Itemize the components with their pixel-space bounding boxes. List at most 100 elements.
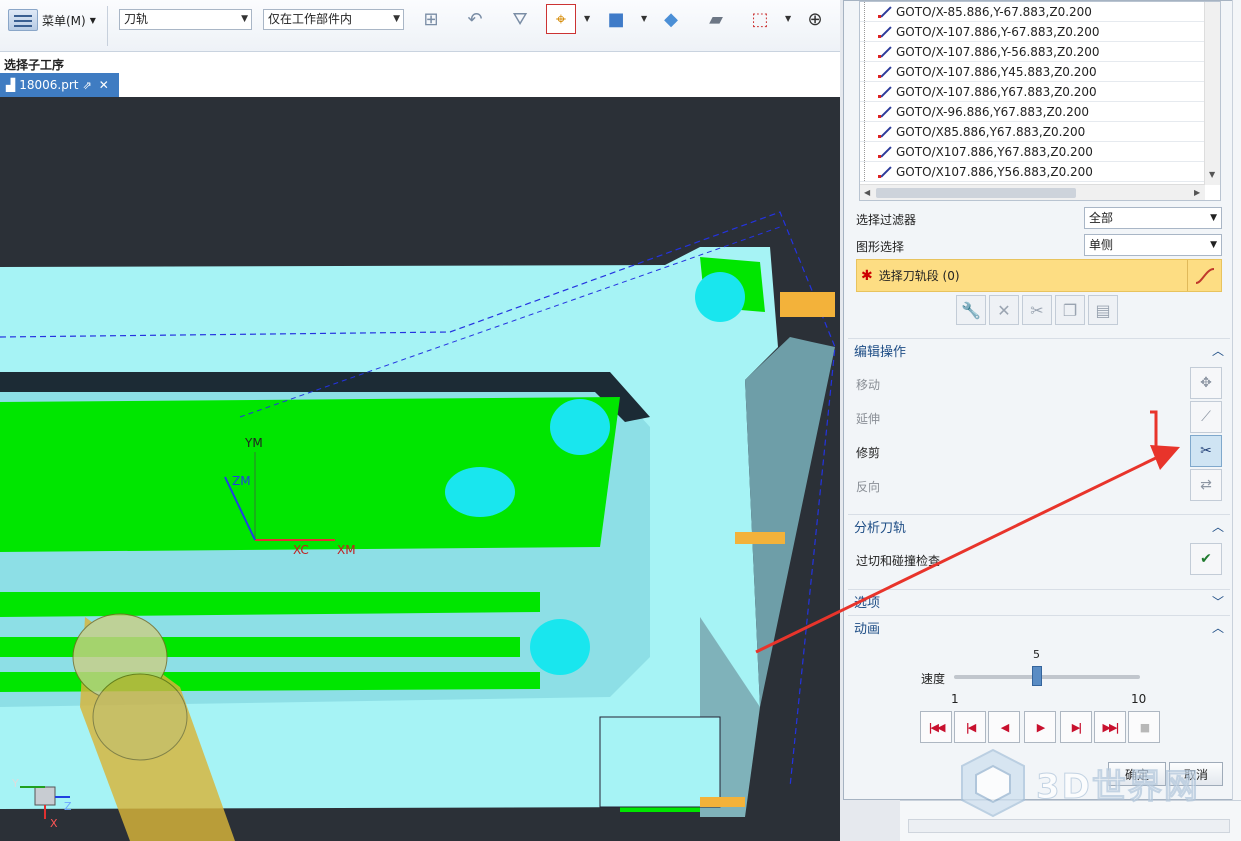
segment-label: GOTO/X-107.886,Y-56.883,Z0.200 (896, 44, 1100, 59)
filter-label: 选择过滤器 (856, 213, 917, 227)
filter-select[interactable]: 全部 ▼ (1084, 207, 1222, 229)
select-segment-label: 选择刀轨段 (0) (878, 269, 960, 283)
paste-icon: ▤ (1095, 300, 1111, 320)
bottom-horizontal-scrollbar[interactable] (908, 819, 1230, 833)
segment-label: GOTO/X107.886,Y67.883,Z0.200 (896, 144, 1093, 159)
animation-group-header[interactable]: 动画 ︿ (848, 615, 1230, 639)
goto-move-icon (878, 5, 892, 19)
stop-button[interactable]: ■ (1128, 711, 1160, 743)
goto-move-icon (878, 165, 892, 179)
speed-slider-track[interactable] (954, 675, 1140, 679)
chevron-down-icon[interactable]: ▼ (584, 14, 590, 23)
type-filter-select[interactable]: 刀轨 ▼ (119, 9, 252, 30)
play-back-icon: ◀ (1000, 720, 1010, 734)
options-group-header[interactable]: 选项 ﹀ (848, 589, 1230, 613)
chevron-down-icon: ▼ (393, 14, 400, 24)
tree-connector (864, 2, 865, 21)
list-item[interactable]: GOTO/X107.886,Y56.883,Z0.200 (860, 162, 1220, 182)
watermark-cube-icon (961, 748, 1025, 818)
trim-icon: ✂ (1200, 443, 1212, 459)
cut-button[interactable]: ✂ (1022, 295, 1052, 325)
fast-forward-end-button[interactable]: ▶▶| (1094, 711, 1126, 743)
curve-select-button[interactable] (1187, 260, 1221, 291)
scroll-down-icon[interactable]: ▼ (1209, 170, 1215, 179)
segment-list[interactable]: GOTO/X-85.886,Y-67.883,Z0.200 GOTO/X-107.… (859, 1, 1221, 201)
extend-label: 延伸 (856, 412, 881, 426)
chevron-down-icon[interactable]: ﹀ (1212, 593, 1224, 610)
list-item[interactable]: GOTO/X-107.886,Y45.883,Z0.200 (860, 62, 1220, 82)
select-segment-row[interactable]: ✱ 选择刀轨段 (0) (856, 259, 1222, 292)
goto-move-icon (878, 45, 892, 59)
graphic-select[interactable]: 单侧 ▼ (1084, 234, 1222, 256)
required-star-icon: ✱ (861, 267, 873, 284)
scroll-right-icon[interactable]: ▶ (1194, 188, 1200, 197)
close-icon[interactable]: ✕ (99, 78, 109, 92)
zoom-icon[interactable]: ⊕ (800, 4, 830, 34)
edit-ops-group-header[interactable]: 编辑操作 ︿ (848, 338, 1230, 362)
vertical-scrollbar[interactable]: ▼ (1204, 2, 1220, 185)
scope-filter-select[interactable]: 仅在工作部件内 ▼ (263, 9, 404, 30)
menu-button[interactable]: 菜单(M) ▼ (8, 8, 96, 32)
list-item[interactable]: GOTO/X85.886,Y67.883,Z0.200 (860, 122, 1220, 142)
toolpath-band (0, 397, 620, 552)
play-icon: ▶ (1036, 720, 1046, 734)
eraser-icon[interactable]: ▰ (701, 4, 731, 34)
list-item[interactable]: GOTO/X-107.886,Y-56.883,Z0.200 (860, 42, 1220, 62)
speed-slider-handle[interactable] (1031, 666, 1042, 686)
tree-connector (864, 42, 865, 61)
tab-part-file[interactable]: ▟ 18006.prt ⇗ ✕ (0, 73, 119, 97)
list-item[interactable]: GOTO/X-107.886,Y67.883,Z0.200 (860, 82, 1220, 102)
reverse-button[interactable]: ⇄ (1190, 469, 1222, 501)
horizontal-scrollbar[interactable]: ◀ ▶ (860, 184, 1205, 200)
list-item[interactable]: GOTO/X-107.886,Y-67.883,Z0.200 (860, 22, 1220, 42)
model-view: YM ZM XC XM Y Z X (0, 211, 836, 841)
wrench-button[interactable]: 🔧 (956, 295, 986, 325)
list-item[interactable]: GOTO/X-85.886,Y-67.883,Z0.200 (860, 2, 1220, 22)
edit-ops-title: 编辑操作 (854, 345, 907, 360)
goto-move-icon (878, 105, 892, 119)
graphics-viewport[interactable]: YM ZM XC XM Y Z X (0, 97, 841, 841)
step-forward-button[interactable]: ▶| (1060, 711, 1092, 743)
move-button[interactable]: ✥ (1190, 367, 1222, 399)
gouge-check-button[interactable]: ✔ (1190, 543, 1222, 575)
extend-icon: ⟋ (1201, 409, 1211, 425)
chevron-down-icon[interactable]: ▼ (785, 14, 791, 23)
copy-button[interactable]: ❐ (1055, 295, 1085, 325)
play-back-button[interactable]: ◀ (988, 711, 1020, 743)
external-link-icon[interactable]: ⇗ (82, 79, 91, 92)
chevron-down-icon[interactable]: ▼ (641, 14, 647, 23)
select-filter-icon[interactable]: ⌖ (546, 4, 576, 34)
scrollbar-thumb[interactable] (876, 188, 1076, 198)
step-back-button[interactable]: |◀ (954, 711, 986, 743)
type-filter-value: 刀轨 (124, 12, 149, 26)
box-select-icon[interactable]: ⬚ (745, 4, 775, 34)
extend-button[interactable]: ⟋ (1190, 401, 1222, 433)
funnel-icon[interactable]: ⛛ (505, 4, 535, 34)
site-watermark: 3D世界网 (958, 748, 1200, 818)
copy-icon: ❐ (1062, 300, 1078, 320)
chevron-up-icon[interactable]: ︿ (1212, 619, 1224, 636)
segment-label: GOTO/X-107.886,Y45.883,Z0.200 (896, 64, 1097, 79)
play-forward-button[interactable]: ▶ (1024, 711, 1056, 743)
trim-button[interactable]: ✂ (1190, 435, 1222, 467)
wrench-icon: 🔧 (961, 300, 981, 320)
scroll-left-icon[interactable]: ◀ (864, 188, 870, 197)
goto-move-icon (878, 65, 892, 79)
list-item[interactable]: GOTO/X-96.886,Y67.883,Z0.200 (860, 102, 1220, 122)
chevron-down-icon: ▼ (241, 14, 248, 24)
animation-title: 动画 (854, 622, 881, 637)
delete-button[interactable]: ✕ (989, 295, 1019, 325)
chevron-up-icon[interactable]: ︿ (1212, 518, 1224, 535)
trim-label: 修剪 (856, 446, 881, 460)
list-item[interactable]: GOTO/X107.886,Y67.883,Z0.200 (860, 142, 1220, 162)
analyze-group-header[interactable]: 分析刀轨 ︿ (848, 514, 1230, 538)
speed-min: 1 (951, 692, 959, 706)
shaded-cube-icon[interactable]: ■ (601, 4, 631, 34)
goto-move-icon (878, 25, 892, 39)
paste-button[interactable]: ▤ (1088, 295, 1118, 325)
rewind-start-button[interactable]: |◀◀ (920, 711, 952, 743)
snap-points-icon[interactable]: ⊞ (416, 4, 446, 34)
undo-select-icon[interactable]: ↶ (460, 4, 490, 34)
view-orient-icon[interactable]: ◆ (656, 4, 686, 34)
chevron-up-icon[interactable]: ︿ (1212, 342, 1224, 359)
